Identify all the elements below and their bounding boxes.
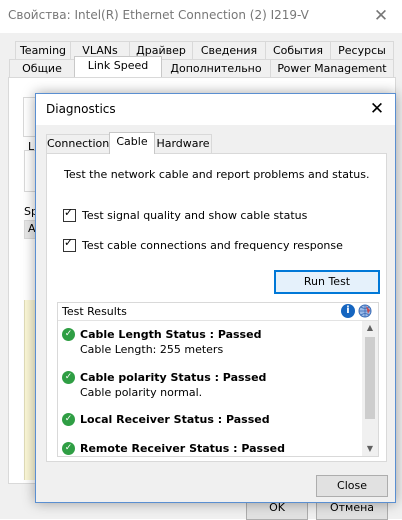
signal-quality-label: Test signal quality and show cable statu… — [82, 208, 308, 222]
scroll-down-icon[interactable]: ▼ — [362, 442, 378, 456]
test-results-label: Test Results — [62, 305, 127, 318]
test-results-list: ✓ Cable Length Status : Passed Cable Len… — [58, 321, 362, 456]
tab-advanced[interactable]: Дополнительно — [161, 59, 271, 77]
cable-connections-label: Test cable connections and frequency res… — [82, 238, 343, 252]
tab-cable[interactable]: Cable — [109, 132, 155, 154]
result-title: Remote Receiver Status : Passed — [80, 442, 285, 455]
result-detail: Cable Length: 255 meters — [80, 343, 224, 356]
tab-events[interactable]: События — [265, 41, 331, 59]
info-icon[interactable]: i — [341, 304, 355, 318]
tab-power-management[interactable]: Power Management — [270, 59, 394, 77]
tab-connection[interactable]: Connection — [46, 134, 110, 153]
check-icon: ✓ — [64, 205, 74, 219]
result-title: Cable Length Status : Passed — [80, 328, 262, 341]
tab-general[interactable]: Общие — [9, 59, 75, 77]
passed-check-icon: ✓ — [62, 442, 75, 455]
results-scrollbar[interactable]: ▲ ▼ — [362, 321, 378, 456]
signal-quality-checkbox-row[interactable]: ✓ Test signal quality and show cable sta… — [63, 205, 308, 222]
passed-check-icon: ✓ — [62, 413, 75, 426]
tab-link-speed[interactable]: Link Speed — [74, 56, 162, 77]
tab-teaming[interactable]: Teaming — [15, 41, 71, 59]
run-test-button[interactable]: Run Test — [274, 270, 380, 294]
test-results-header: Test Results i — [58, 303, 378, 321]
passed-check-icon: ✓ — [62, 328, 75, 341]
scroll-thumb[interactable] — [365, 337, 375, 419]
link-status-label-fragment: L — [28, 140, 35, 153]
result-title: Cable polarity Status : Passed — [80, 371, 267, 384]
test-results-box: Test Results i ✓ Cable Length Status : P… — [57, 302, 379, 457]
result-detail: Cable polarity normal. — [80, 386, 203, 399]
properties-title: Свойства: Intel(R) Ethernet Connection (… — [8, 8, 309, 22]
diagnostics-close-icon[interactable]: ✕ — [365, 98, 389, 120]
result-title: Local Receiver Status : Passed — [80, 413, 270, 426]
signal-quality-checkbox[interactable]: ✓ — [63, 205, 76, 222]
properties-close-icon[interactable]: ✕ — [368, 4, 394, 28]
tab-hardware[interactable]: Hardware — [154, 134, 212, 153]
tab-details[interactable]: Сведения — [192, 41, 266, 59]
scroll-up-icon[interactable]: ▲ — [362, 321, 378, 335]
diagnostics-titlebar: Diagnostics ✕ — [36, 94, 395, 125]
diagnostics-dialog: Diagnostics ✕ Connection Cable Hardware … — [35, 93, 396, 503]
passed-check-icon: ✓ — [62, 371, 75, 384]
close-button[interactable]: Close — [316, 475, 388, 497]
check-icon: ✓ — [64, 235, 74, 249]
globe-icon[interactable] — [358, 304, 372, 318]
tab-resources[interactable]: Ресурсы — [330, 41, 394, 59]
cable-connections-checkbox-row[interactable]: ✓ Test cable connections and frequency r… — [63, 235, 343, 252]
cable-description: Test the network cable and report proble… — [64, 168, 370, 181]
diagnostics-title: Diagnostics — [46, 102, 116, 116]
cable-connections-checkbox[interactable]: ✓ — [63, 235, 76, 252]
properties-titlebar: Свойства: Intel(R) Ethernet Connection (… — [0, 0, 402, 33]
cable-panel: Test the network cable and report proble… — [46, 153, 387, 462]
